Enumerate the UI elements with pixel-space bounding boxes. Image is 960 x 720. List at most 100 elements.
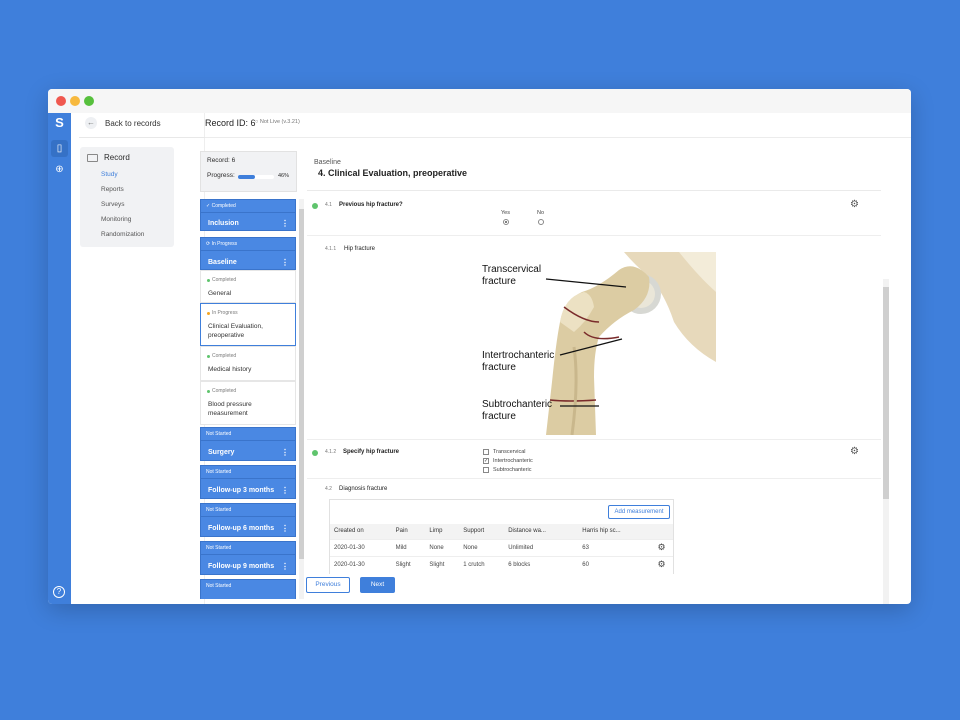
column-header[interactable]: Pain xyxy=(391,524,426,539)
window-titlebar xyxy=(48,89,911,113)
substep-status-text: Completed xyxy=(212,388,237,394)
checkbox-label: Intertrochanteric xyxy=(493,458,533,464)
substep-status-text: Completed xyxy=(212,277,237,283)
sidebar-item-monitoring[interactable]: Monitoring xyxy=(101,216,131,223)
scrollbar-thumb[interactable] xyxy=(299,209,304,559)
progress-percent: 46% xyxy=(278,173,290,179)
step-follow-up-next[interactable]: Not Started xyxy=(200,579,296,599)
sidebar-item-randomization[interactable]: Randomization xyxy=(101,231,144,238)
phase-label: Baseline xyxy=(314,159,341,166)
step-label: Surgery xyxy=(208,449,235,456)
more-options-icon[interactable]: ⋮ xyxy=(281,219,289,228)
table-cell: 6 blocks xyxy=(504,555,579,573)
step-baseline[interactable]: ⟳ In Progress Baseline ⋮ xyxy=(200,237,296,270)
sidebar-item-reports[interactable]: Reports xyxy=(101,186,124,193)
checkbox-label: Subtrochanteric xyxy=(493,467,532,473)
add-measurement-button[interactable]: Add measurement xyxy=(608,505,670,519)
table-cell: None xyxy=(459,538,505,556)
more-options-icon[interactable]: ⋮ xyxy=(281,524,289,533)
step-follow-up-6[interactable]: Not Started Follow-up 6 months ⋮ xyxy=(200,503,296,537)
subtrochanteric-label: Subtrochanteric fracture xyxy=(482,399,553,422)
table-row[interactable]: 2020-01-30 Mild None None Unlimited 63 ⚙ xyxy=(330,538,673,556)
question-number: 4.1 xyxy=(325,202,332,208)
checkbox-intertrochanteric[interactable]: ✓ xyxy=(483,458,489,464)
form-scrollbar[interactable] xyxy=(883,279,889,604)
more-options-icon[interactable]: ⋮ xyxy=(281,448,289,457)
table-cell: Slight xyxy=(425,555,460,573)
record-label: Record xyxy=(104,153,130,162)
substep-label: Medical history xyxy=(208,366,252,373)
divider xyxy=(79,137,205,138)
steps-scrollbar[interactable] xyxy=(299,199,304,599)
gear-icon[interactable]: ⚙ xyxy=(653,538,673,556)
table-header-row: Created on Pain Limp Support Distance wa… xyxy=(330,524,673,539)
app-logo-icon[interactable]: S xyxy=(53,115,66,130)
next-button[interactable]: Next xyxy=(360,577,395,593)
step-inclusion[interactable]: ✓ Completed Inclusion ⋮ xyxy=(200,199,296,231)
substep-medical-history[interactable]: Completed Medical history xyxy=(200,346,296,381)
table-cell: None xyxy=(425,538,460,556)
section-title: Baseline 4. Clinical Evaluation, preoper… xyxy=(314,159,467,178)
measurement-table: Add measurement Created on Pain Limp Sup… xyxy=(329,499,674,574)
radio-yes[interactable] xyxy=(503,219,509,225)
step-label: Follow-up 6 months xyxy=(208,525,275,532)
record-id: Record ID: 6 xyxy=(205,118,256,128)
table-cell: Mild xyxy=(391,538,426,556)
previous-button[interactable]: Previous xyxy=(306,577,350,593)
gear-icon[interactable]: ⚙ xyxy=(850,199,859,210)
status-dot xyxy=(207,389,210,393)
step-surgery[interactable]: Not Started Surgery ⋮ xyxy=(200,427,296,461)
question-number: 4.1.1 xyxy=(325,246,337,252)
step-follow-up-3[interactable]: Not Started Follow-up 3 months ⋮ xyxy=(200,465,296,499)
checkbox-transcervical[interactable] xyxy=(483,449,489,455)
status-dot xyxy=(207,354,210,358)
substep-status: Completed xyxy=(207,277,236,283)
substep-general[interactable]: Completed General xyxy=(200,270,296,303)
tablet-icon[interactable]: ▯ xyxy=(51,140,68,157)
column-header[interactable]: Harris hip sc... xyxy=(578,524,654,539)
column-header[interactable]: Support xyxy=(459,524,505,539)
checkbox-label: Transcervical xyxy=(493,449,526,455)
progress-fill xyxy=(238,175,255,179)
scrollbar-thumb[interactable] xyxy=(883,287,889,499)
data-table: Created on Pain Limp Support Distance wa… xyxy=(330,524,673,573)
back-to-records-link[interactable]: ← Back to records xyxy=(85,117,161,129)
radio-no[interactable] xyxy=(538,219,544,225)
step-status: Not Started xyxy=(206,431,232,437)
table-cell: 2020-01-30 xyxy=(330,555,392,573)
substep-clinical-evaluation[interactable]: In Progress Clinical Evaluation, preoper… xyxy=(200,303,296,346)
substep-label: Clinical Evaluation, preoperative xyxy=(208,323,263,339)
user-add-icon[interactable]: ⊕ xyxy=(51,161,68,178)
more-options-icon[interactable]: ⋮ xyxy=(281,486,289,495)
more-options-icon[interactable]: ⋮ xyxy=(281,562,289,571)
step-label: Follow-up 3 months xyxy=(208,487,275,494)
help-icon[interactable]: ? xyxy=(53,586,65,598)
substep-status: In Progress xyxy=(207,310,238,316)
record-number: Record: 6 xyxy=(207,157,236,164)
column-header[interactable]: Distance wa... xyxy=(504,524,579,539)
gear-icon[interactable]: ⚙ xyxy=(850,446,859,457)
table-row[interactable]: 2020-01-30 Slight Slight 1 crutch 6 bloc… xyxy=(330,555,673,573)
substep-blood-pressure[interactable]: Completed Blood pressure measurement xyxy=(200,381,296,425)
app-window: S ▯ ⊕ ? ← Back to records Record Study R… xyxy=(48,89,911,604)
column-header[interactable]: Limp xyxy=(425,524,460,539)
divider xyxy=(201,554,296,555)
question-number: 4.1.2 xyxy=(325,449,337,455)
column-header[interactable]: Created on xyxy=(330,524,392,539)
maximize-window-button[interactable] xyxy=(84,96,94,106)
gear-icon[interactable]: ⚙ xyxy=(653,555,673,573)
minimize-window-button[interactable] xyxy=(70,96,80,106)
table-cell: Unlimited xyxy=(504,538,579,556)
sidebar-item-surveys[interactable]: Surveys xyxy=(101,201,124,208)
back-label: Back to records xyxy=(105,118,161,128)
checkbox-subtrochanteric[interactable] xyxy=(483,467,489,473)
more-options-icon[interactable]: ⋮ xyxy=(281,258,289,267)
substep-status-text: Completed xyxy=(212,353,237,359)
substep-status: Completed xyxy=(207,353,236,359)
record-menu-header[interactable]: Record xyxy=(87,153,130,162)
sidebar-item-study[interactable]: Study xyxy=(101,171,118,178)
close-window-button[interactable] xyxy=(56,96,66,106)
question-number: 4.2 xyxy=(325,486,332,492)
status-dot xyxy=(207,311,210,315)
step-follow-up-9[interactable]: Not Started Follow-up 9 months ⋮ xyxy=(200,541,296,575)
